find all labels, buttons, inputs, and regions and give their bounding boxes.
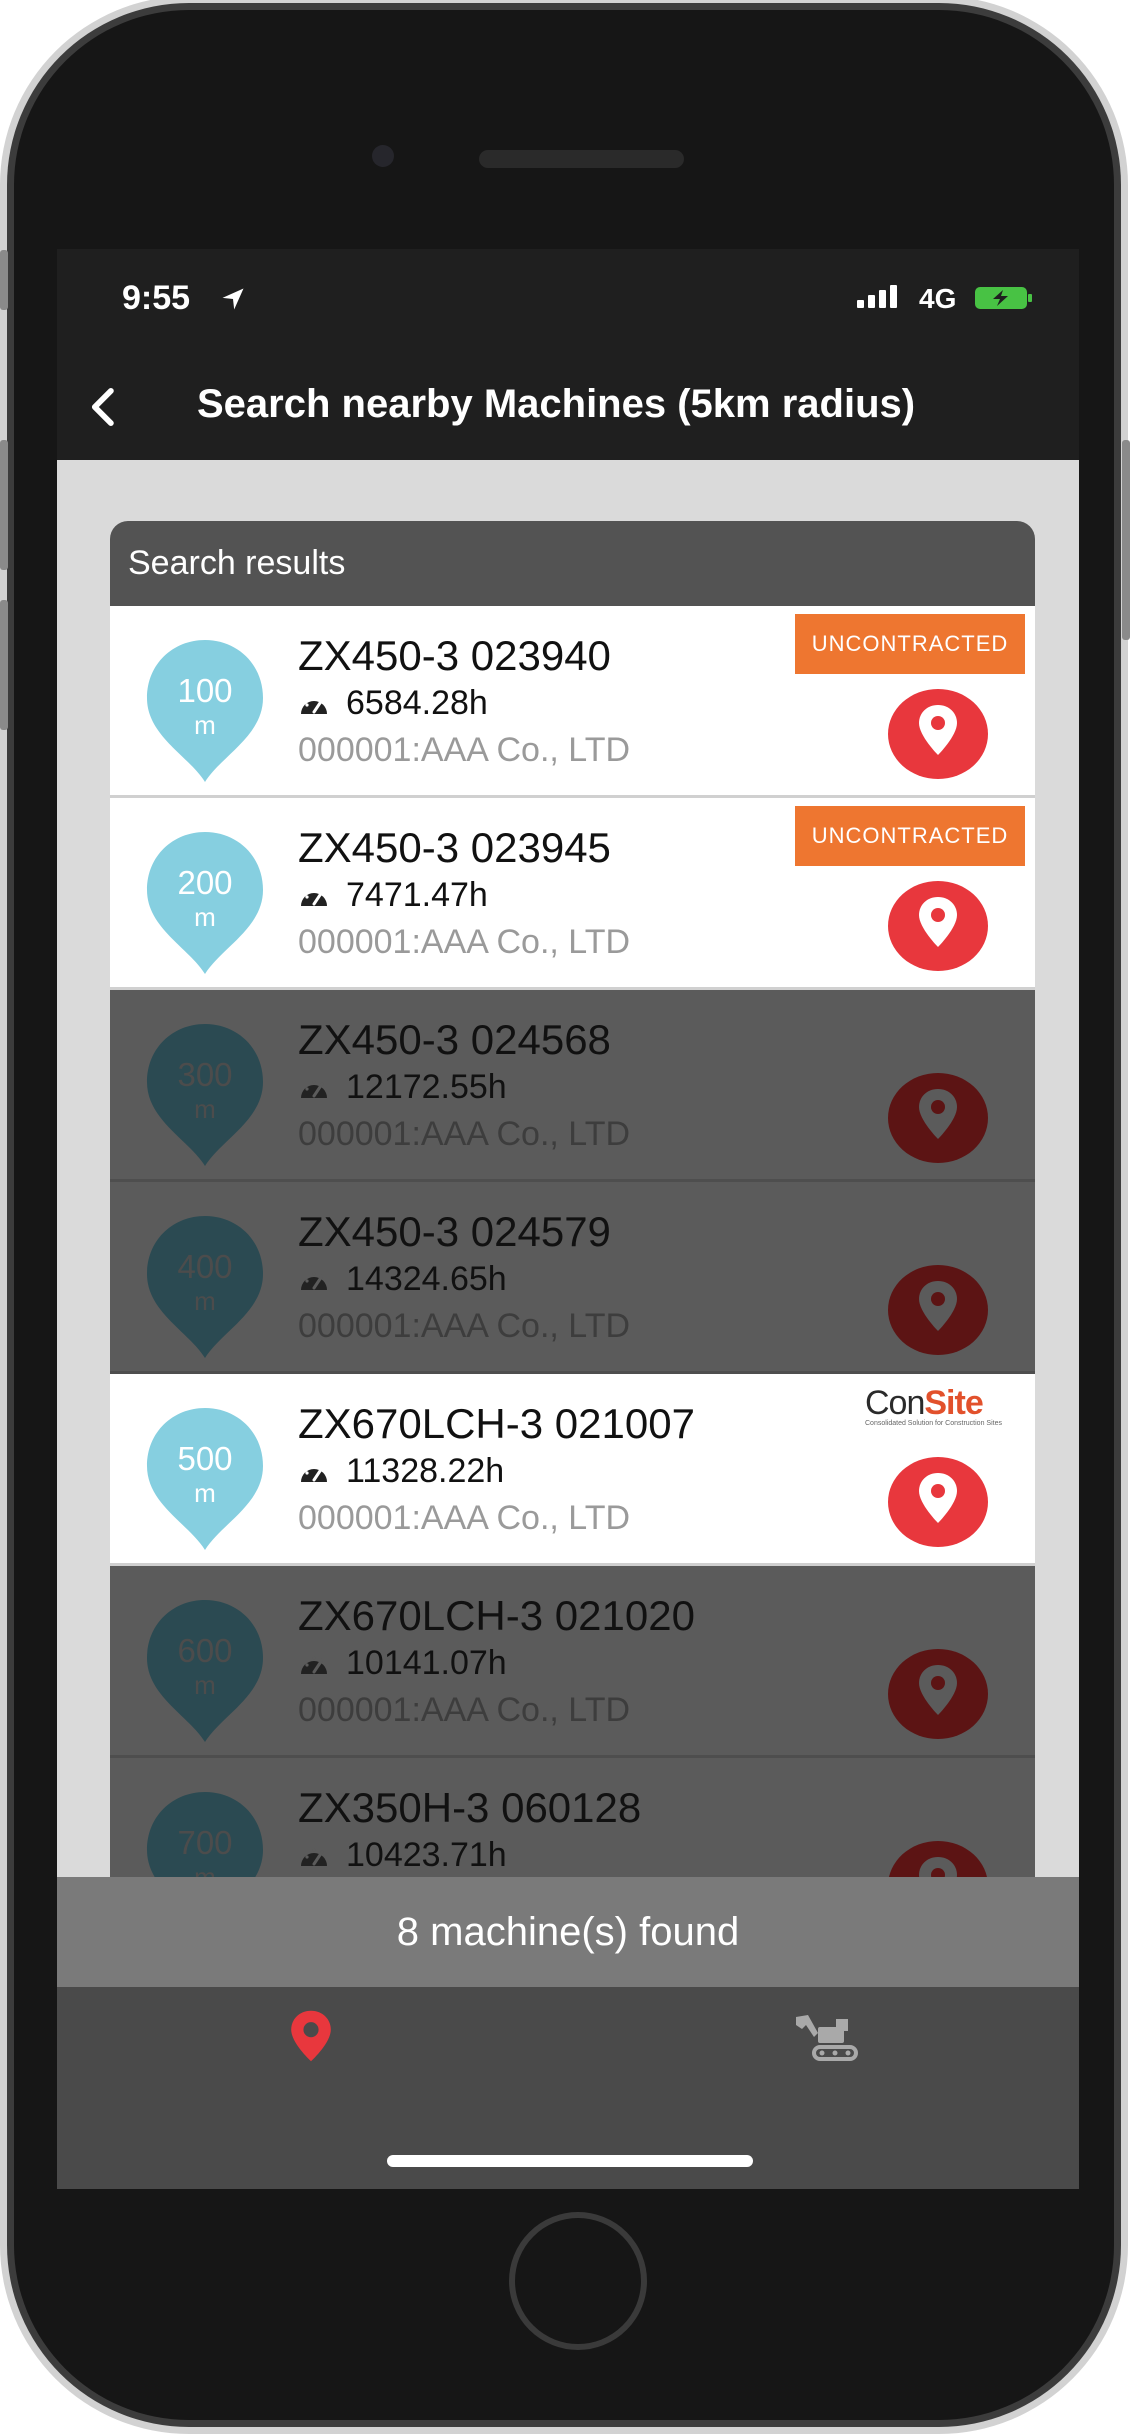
machine-name: ZX450-3 023945 — [298, 824, 611, 871]
hour-meter-icon — [301, 888, 327, 906]
page-title: Search nearby Machines (5km radius) — [197, 382, 916, 426]
volume-down-button — [0, 600, 8, 730]
network-type: 4G — [919, 283, 957, 314]
machine-owner: 000001:AAA Co., LTD — [298, 1307, 631, 1345]
status-bar: 9:55 4G — [57, 249, 1079, 354]
machine-owner: 000001:AAA Co., LTD — [298, 1691, 631, 1729]
distance-value: 600 — [177, 1632, 233, 1669]
home-button[interactable] — [509, 2212, 647, 2350]
consite-logo: ConSite Consolidated Solution for Constr… — [865, 1384, 1015, 1434]
distance-value: 700 — [177, 1824, 233, 1861]
show-on-map-button[interactable] — [888, 1649, 988, 1739]
battery-charging-icon — [975, 287, 1032, 309]
machine-hours: 12172.55h — [346, 1068, 507, 1106]
consite-logo-con: Con — [865, 1384, 925, 1422]
machine-hours: 10423.71h — [346, 1836, 507, 1874]
hour-meter-icon — [301, 1272, 327, 1290]
front-camera — [372, 145, 394, 167]
machines-found-count: 8 machine(s) found — [57, 1877, 1079, 1987]
show-on-map-button[interactable] — [888, 1265, 988, 1355]
show-on-map-button[interactable] — [888, 689, 988, 779]
machine-result-row[interactable]: 600 m ZX670LCH-3 021020 10141.07h 000001… — [110, 1566, 1035, 1758]
distance-pin-icon: 100 m — [143, 636, 267, 784]
distance-pin-icon: 600 m — [143, 1596, 267, 1744]
machine-result-row[interactable]: 100 m ZX450-3 023940 6584.28h 000001:AAA… — [110, 606, 1035, 798]
app-screen: 9:55 4G Search nearby Machines (5km radi… — [57, 249, 1079, 2189]
show-on-map-button[interactable] — [888, 881, 988, 971]
mute-switch — [0, 250, 8, 310]
machine-hours: 7471.47h — [346, 876, 488, 914]
machine-name: ZX450-3 024579 — [298, 1208, 611, 1255]
map-pin-icon[interactable] — [289, 2009, 333, 2063]
location-arrow-icon — [222, 288, 244, 310]
hour-meter-icon — [301, 1656, 327, 1674]
distance-unit: m — [194, 1286, 216, 1316]
machine-owner: 000001:AAA Co., LTD — [298, 1499, 631, 1537]
distance-value: 300 — [177, 1056, 233, 1093]
machine-result-row[interactable]: 500 m ZX670LCH-3 021007 11328.22h 000001… — [110, 1374, 1035, 1566]
machine-hours: 6584.28h — [346, 684, 488, 722]
machine-name: ZX450-3 024568 — [298, 1016, 611, 1063]
excavator-icon[interactable] — [792, 2011, 860, 2063]
navigation-bar: Search nearby Machines (5km radius) — [57, 354, 1079, 460]
distance-unit: m — [194, 1670, 216, 1700]
signal-strength-icon — [857, 285, 901, 308]
power-button — [1122, 440, 1130, 640]
machine-owner: 000001:AAA Co., LTD — [298, 1115, 631, 1153]
uncontracted-badge: UNCONTRACTED — [795, 806, 1025, 866]
machine-name: ZX450-3 023940 — [298, 632, 611, 679]
distance-value: 500 — [177, 1440, 233, 1477]
machine-hours: 10141.07h — [346, 1644, 507, 1682]
machine-result-row[interactable]: 400 m ZX450-3 024579 14324.65h 000001:AA… — [110, 1182, 1035, 1374]
chevron-left-icon[interactable] — [81, 384, 127, 430]
consite-tagline: Consolidated Solution for Construction S… — [865, 1420, 1002, 1427]
earpiece-speaker — [479, 150, 684, 168]
distance-pin-icon: 500 m — [143, 1404, 267, 1552]
home-indicator[interactable] — [387, 2155, 753, 2167]
machine-result-row[interactable]: 300 m ZX450-3 024568 12172.55h 000001:AA… — [110, 990, 1035, 1182]
hour-meter-icon — [301, 1464, 327, 1482]
bottom-tab-bar — [57, 1987, 1079, 2189]
distance-unit: m — [194, 902, 216, 932]
distance-pin-icon: 400 m — [143, 1212, 267, 1360]
hour-meter-icon — [301, 696, 327, 714]
machine-owner: 000001:AAA Co., LTD — [298, 923, 631, 961]
show-on-map-button[interactable] — [888, 1457, 988, 1547]
status-time: 9:55 — [122, 279, 191, 317]
machine-name: ZX670LCH-3 021007 — [298, 1400, 695, 1447]
consite-logo-site: Site — [924, 1384, 983, 1422]
machine-name: ZX670LCH-3 021020 — [298, 1592, 695, 1639]
distance-unit: m — [194, 1094, 216, 1124]
distance-pin-icon: 300 m — [143, 1020, 267, 1168]
machine-name: ZX350H-3 060128 — [298, 1784, 642, 1831]
hour-meter-icon — [301, 1848, 327, 1866]
hour-meter-icon — [301, 1080, 327, 1098]
volume-up-button — [0, 440, 8, 570]
machine-result-row[interactable]: 200 m ZX450-3 023945 7471.47h 000001:AAA… — [110, 798, 1035, 990]
machine-owner: 000001:AAA Co., LTD — [298, 731, 631, 769]
distance-value: 400 — [177, 1248, 233, 1285]
show-on-map-button[interactable] — [888, 1073, 988, 1163]
distance-unit: m — [194, 1478, 216, 1508]
machine-hours: 11328.22h — [346, 1452, 505, 1490]
search-results-header: Search results — [110, 521, 1035, 606]
distance-value: 100 — [177, 672, 233, 709]
distance-unit: m — [194, 710, 216, 740]
uncontracted-badge: UNCONTRACTED — [795, 614, 1025, 674]
distance-value: 200 — [177, 864, 233, 901]
distance-pin-icon: 200 m — [143, 828, 267, 976]
machine-hours: 14324.65h — [346, 1260, 507, 1298]
